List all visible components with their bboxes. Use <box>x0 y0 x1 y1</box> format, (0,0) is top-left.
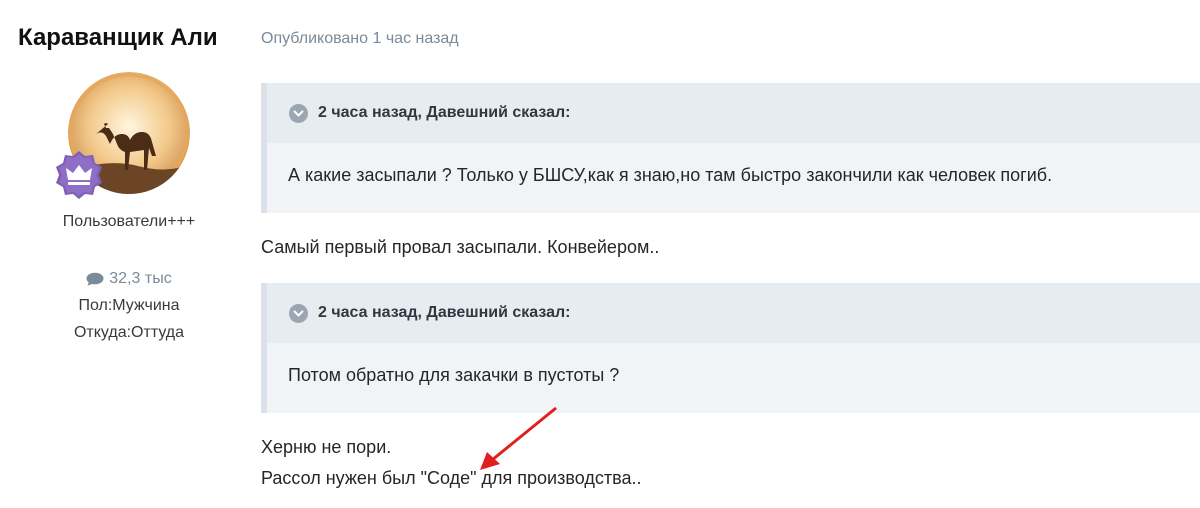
quote-citation: 2 часа назад, Давешний сказал: <box>318 104 571 121</box>
quote-header[interactable]: 2 часа назад, Давешний сказал: <box>267 283 1200 343</box>
author-stats: 32,3 тыс Пол:Мужчина Откуда:Оттуда <box>0 265 258 346</box>
crown-badge-icon <box>52 148 106 202</box>
user-group: Пользователи+++ <box>62 213 196 230</box>
post-count[interactable]: 32,3 тыс <box>0 265 258 292</box>
quote-block: 2 часа назад, Давешний сказал: А какие з… <box>261 83 1200 213</box>
quote-citation: 2 часа назад, Давешний сказал: <box>318 304 571 321</box>
location-field: Откуда:Оттуда <box>73 324 185 341</box>
post-published-time[interactable]: Опубликовано 1 час назад <box>261 30 459 48</box>
author-avatar-block <box>52 72 192 202</box>
post-count-value: 32,3 тыс <box>109 270 172 287</box>
quote-text: Потом обратно для закачки в пустоты ? <box>288 365 620 385</box>
post-paragraph: Самый первый провал засыпали. Конвейером… <box>261 237 660 257</box>
chevron-down-circle-icon[interactable] <box>289 103 308 123</box>
gender-field: Пол:Мужчина <box>78 297 180 314</box>
chevron-down-circle-icon[interactable] <box>289 303 308 323</box>
post-paragraph: Рассол нужен был "Соде" для производства… <box>261 468 642 488</box>
comment-icon <box>86 272 104 286</box>
quote-text: А какие засыпали ? Только у БШСУ,как я з… <box>288 165 1053 185</box>
post-paragraph: Херню не пори. <box>261 437 392 457</box>
quote-header[interactable]: 2 часа назад, Давешний сказал: <box>267 83 1200 143</box>
quote-block: 2 часа назад, Давешний сказал: Потом обр… <box>261 283 1200 413</box>
author-name[interactable]: Караванщик Али <box>18 24 218 52</box>
